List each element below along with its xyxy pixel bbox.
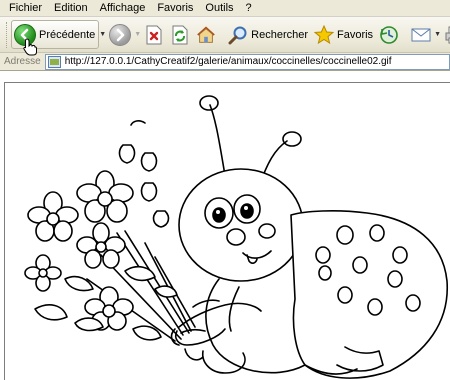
address-input[interactable]: http://127.0.0.1/CathyCreatif2/galerie/a… <box>44 53 450 70</box>
toolbar-grip[interactable] <box>6 21 7 48</box>
menu-edit[interactable]: Edition <box>48 1 94 16</box>
address-url: http://127.0.0.1/CathyCreatif2/galerie/a… <box>64 56 392 67</box>
menu-file[interactable]: Fichier <box>3 1 48 16</box>
favorites-star-icon <box>314 24 334 46</box>
refresh-button[interactable] <box>167 20 193 50</box>
print-icon <box>444 24 450 46</box>
image-frame <box>4 82 450 380</box>
pointer-cursor-icon <box>23 38 37 56</box>
page-icon <box>47 55 61 68</box>
mail-button[interactable] <box>408 20 434 50</box>
menu-view[interactable]: Affichage <box>94 1 152 16</box>
favorites-button[interactable]: Favoris <box>311 20 376 50</box>
back-label: Précédente <box>39 28 96 41</box>
address-label: Adresse <box>4 56 41 67</box>
refresh-icon <box>170 24 190 46</box>
home-button[interactable] <box>193 20 219 50</box>
ladybug-coloring-image <box>24 95 448 379</box>
search-label: Rechercher <box>251 28 308 41</box>
history-icon <box>379 24 399 46</box>
menu-help[interactable]: ? <box>240 1 258 16</box>
forward-icon <box>109 23 132 46</box>
menu-favorites[interactable]: Favoris <box>151 1 199 16</box>
page-content <box>0 72 450 380</box>
search-icon <box>228 24 248 46</box>
search-button[interactable]: Rechercher <box>225 20 311 50</box>
back-history-dropdown[interactable]: ▼ <box>99 31 106 38</box>
forward-history-dropdown[interactable]: ▼ <box>134 31 141 38</box>
home-icon <box>196 24 216 46</box>
favorites-label: Favoris <box>337 28 374 41</box>
ladybug-head <box>178 168 304 282</box>
menu-tools[interactable]: Outils <box>199 1 239 16</box>
toolbar: Précédente ▼ ▼ Rechercher Favoris ▼ <box>0 17 450 53</box>
menu-bar: Fichier Edition Affichage Favoris Outils… <box>0 0 450 17</box>
history-button[interactable] <box>376 20 402 50</box>
mail-icon <box>411 24 431 46</box>
mail-dropdown[interactable]: ▼ <box>434 31 441 38</box>
stop-button[interactable] <box>141 20 167 50</box>
print-button[interactable] <box>441 20 450 50</box>
address-bar: Adresse http://127.0.0.1/CathyCreatif2/g… <box>0 53 450 71</box>
forward-button[interactable] <box>106 20 134 50</box>
stop-icon <box>144 24 164 46</box>
